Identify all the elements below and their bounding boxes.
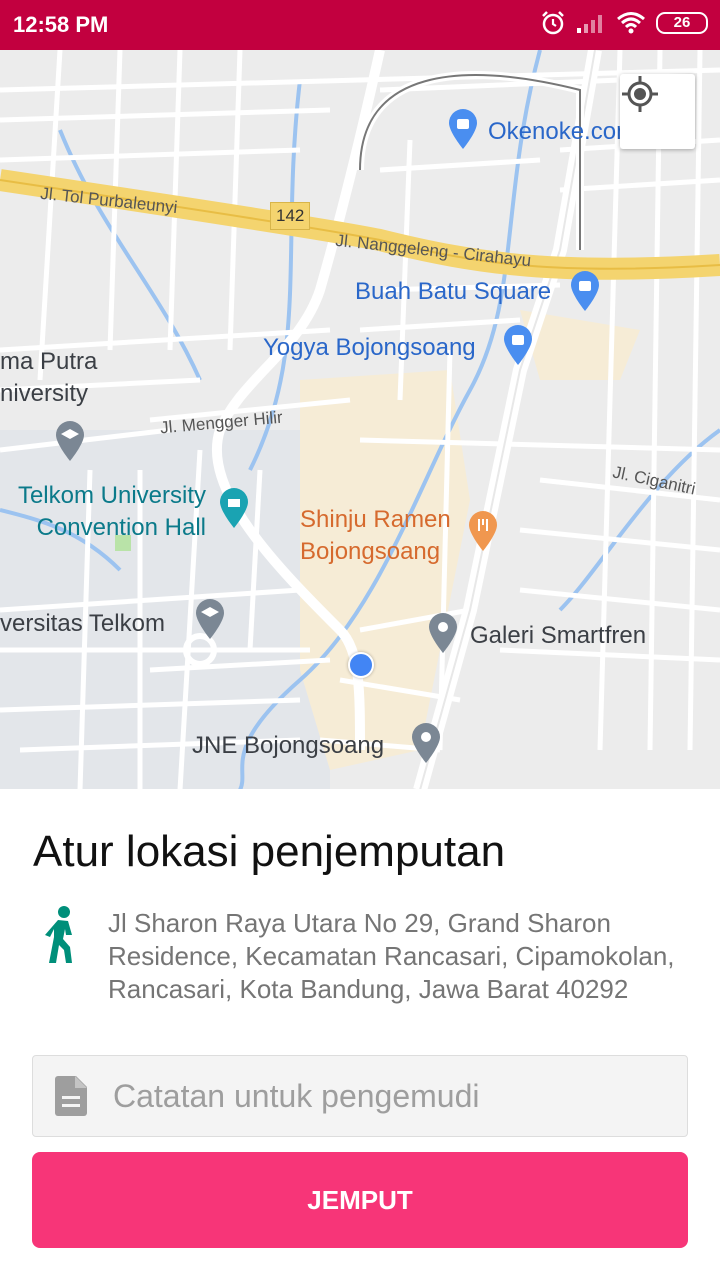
my-location-icon [622, 76, 658, 112]
battery-icon: 26 [656, 12, 708, 34]
status-icons: 26 [540, 10, 708, 36]
shopping-pin-icon[interactable] [448, 108, 478, 150]
sheet-title: Atur lokasi penjemputan [33, 827, 506, 876]
route-shield: 142 [270, 202, 311, 230]
pickup-address: Jl Sharon Raya Utara No 29, Grand Sharon… [108, 908, 675, 1004]
restaurant-pin-icon[interactable] [468, 510, 498, 552]
place-label-universitas-telkom[interactable]: versitas Telkom [0, 608, 165, 639]
signal-icon [577, 15, 602, 33]
university-pin-icon[interactable] [55, 420, 85, 462]
status-bar: 12:58 PM 26 [0, 0, 720, 50]
place-label-jne-bojongsoang[interactable]: JNE Bojongsoang [192, 730, 384, 761]
pickup-button[interactable]: JEMPUT [32, 1152, 688, 1248]
walking-person-icon [45, 906, 72, 963]
document-icon [55, 1076, 87, 1116]
driver-note-input[interactable] [113, 1056, 673, 1136]
place-pin-icon[interactable] [411, 722, 441, 764]
place-label-okenoke[interactable]: Okenoke.com [488, 116, 636, 147]
university-pin-icon[interactable] [195, 598, 225, 640]
pickup-sheet: Atur lokasi penjemputan Jl Sharon Raya U… [0, 789, 720, 1280]
place-label-shinju-ramen[interactable]: Shinju Ramen Bojongsoang [300, 504, 451, 568]
place-label-yogya-bojongsoang[interactable]: Yogya Bojongsoang [263, 332, 476, 363]
venue-pin-icon[interactable] [219, 487, 249, 529]
map-roads [0, 50, 720, 789]
place-label-buah-batu-square[interactable]: Buah Batu Square [355, 276, 551, 307]
driver-note-field[interactable] [32, 1055, 688, 1137]
current-location-dot [348, 652, 374, 678]
place-label-telkom-convention-hall[interactable]: Telkom University Convention Hall [0, 480, 206, 544]
map-view[interactable]: 142 Jl. Tol Purbaleunyi Jl. Nanggeleng -… [0, 50, 720, 789]
place-label-putra-university[interactable]: ma Putra niversity [0, 346, 97, 410]
my-location-button[interactable] [620, 74, 695, 149]
shopping-pin-icon[interactable] [503, 324, 533, 366]
wifi-icon [617, 12, 645, 34]
place-label-galeri-smartfren[interactable]: Galeri Smartfren [470, 620, 646, 651]
shopping-pin-icon[interactable] [570, 270, 600, 312]
alarm-icon [542, 11, 564, 35]
place-pin-icon[interactable] [428, 612, 458, 654]
status-time: 12:58 PM [13, 12, 109, 37]
